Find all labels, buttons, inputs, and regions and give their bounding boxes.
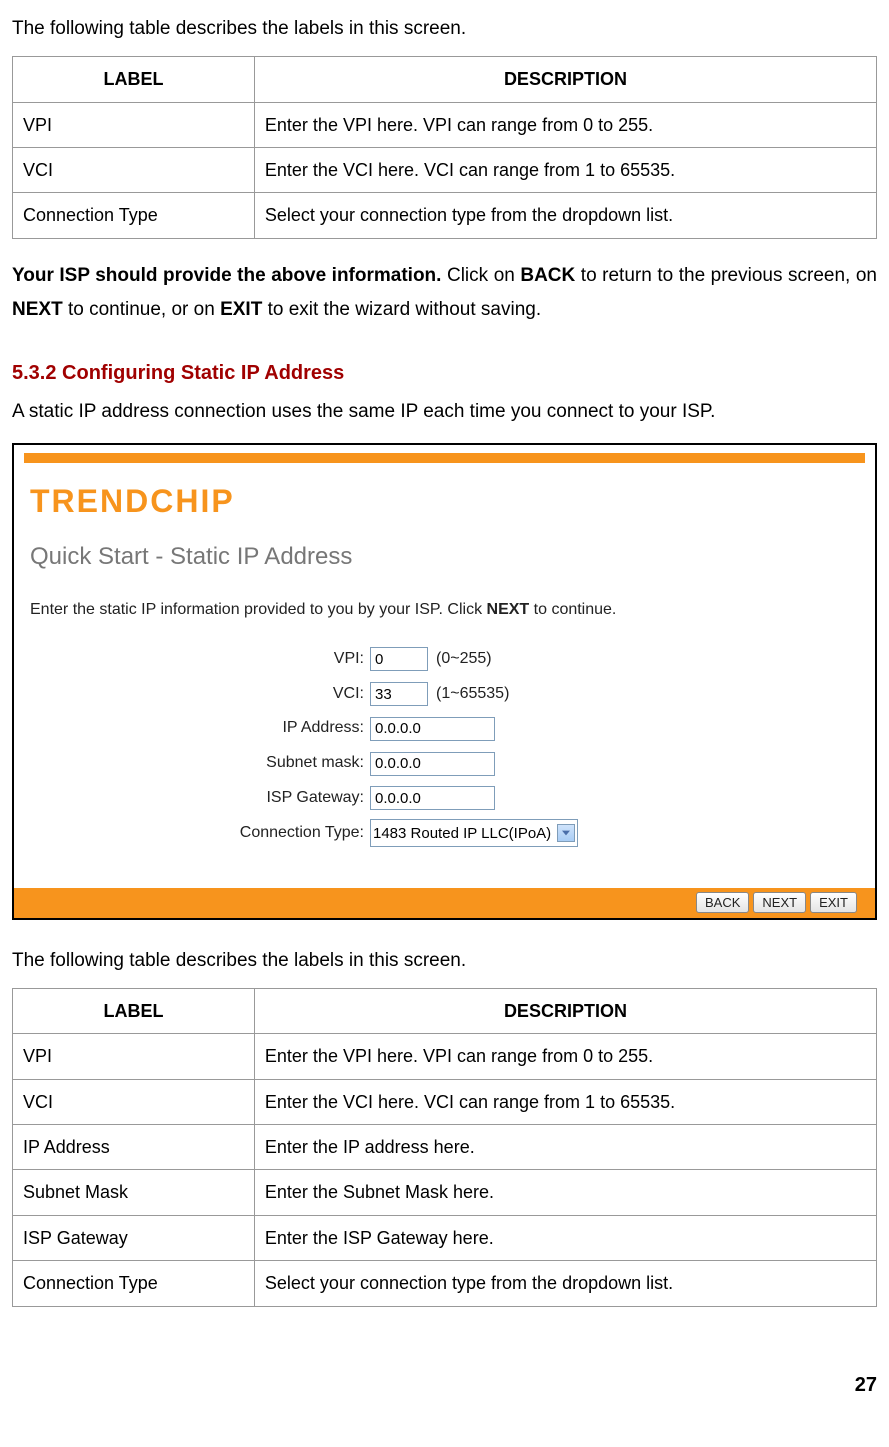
page-number: 27 <box>12 1367 877 1403</box>
wizard-title: Quick Start - Static IP Address <box>30 535 875 578</box>
top-orange-bar <box>24 453 865 463</box>
text: Click on <box>441 265 520 286</box>
table-row: IP Address Enter the IP address here. <box>13 1125 877 1170</box>
text: to continue. <box>529 601 616 618</box>
next-button[interactable]: NEXT <box>753 892 806 913</box>
vpi-hint: (0~255) <box>436 645 492 674</box>
wizard-description: Enter the static IP information provided… <box>30 596 875 625</box>
vci-hint: (1~65535) <box>436 680 509 709</box>
table-row: VCI Enter the VCI here. VCI can range fr… <box>13 147 877 192</box>
cell-desc: Select your connection type from the dro… <box>254 1261 876 1306</box>
cell-label: VCI <box>13 147 255 192</box>
ip-input[interactable] <box>370 717 495 741</box>
label-description-table-1: LABEL DESCRIPTION VPI Enter the VPI here… <box>12 56 877 239</box>
brand-logo: TRENDCHIP <box>30 473 875 531</box>
table-row: ISP Gateway Enter the ISP Gateway here. <box>13 1215 877 1260</box>
text: Enter the static IP information provided… <box>30 601 487 618</box>
exit-button[interactable]: EXIT <box>810 892 857 913</box>
table-header-row: LABEL DESCRIPTION <box>13 57 877 102</box>
table-header-row: LABEL DESCRIPTION <box>13 988 877 1033</box>
exit-bold: EXIT <box>220 299 262 320</box>
cell-label: ISP Gateway <box>13 1215 255 1260</box>
form-row-gateway: ISP Gateway: <box>14 784 875 813</box>
th-label: LABEL <box>13 57 255 102</box>
subnet-input[interactable] <box>370 752 495 776</box>
table-row: Connection Type Select your connection t… <box>13 193 877 238</box>
gateway-input[interactable] <box>370 786 495 810</box>
next-bold: NEXT <box>12 299 63 320</box>
cell-desc: Enter the ISP Gateway here. <box>254 1215 876 1260</box>
cell-desc: Select your connection type from the dro… <box>254 193 876 238</box>
section-heading: 5.3.2 Configuring Static IP Address <box>12 355 877 391</box>
cell-label: VPI <box>13 102 255 147</box>
vpi-label: VPI: <box>14 645 370 674</box>
form-row-conn-type: Connection Type: 1483 Routed IP LLC(IPoA… <box>14 819 875 848</box>
bottom-orange-bar: BACK NEXT EXIT <box>14 888 875 918</box>
intro-text-1: The following table describes the labels… <box>12 12 877 46</box>
cell-label: Connection Type <box>13 193 255 238</box>
form-row-vpi: VPI: (0~255) <box>14 645 875 674</box>
ip-label: IP Address: <box>14 714 370 743</box>
text: to exit the wizard without saving. <box>262 299 541 320</box>
cell-desc: Enter the VPI here. VPI can range from 0… <box>254 1034 876 1079</box>
cell-label: IP Address <box>13 1125 255 1170</box>
cell-desc: Enter the IP address here. <box>254 1125 876 1170</box>
form-area: VPI: (0~255) VCI: (1~65535) IP Address: … <box>14 645 875 848</box>
next-bold: NEXT <box>487 601 530 618</box>
vci-input[interactable] <box>370 682 428 706</box>
conn-type-select[interactable]: 1483 Routed IP LLC(IPoA) <box>370 819 578 847</box>
text: to continue, or on <box>63 299 220 320</box>
vpi-input[interactable] <box>370 647 428 671</box>
th-desc: DESCRIPTION <box>254 988 876 1033</box>
cell-label: VPI <box>13 1034 255 1079</box>
cell-desc: Enter the VCI here. VCI can range from 1… <box>254 1079 876 1124</box>
cell-label: Subnet Mask <box>13 1170 255 1215</box>
gateway-label: ISP Gateway: <box>14 784 370 813</box>
subnet-label: Subnet mask: <box>14 749 370 778</box>
table-row: Connection Type Select your connection t… <box>13 1261 877 1306</box>
table-row: VPI Enter the VPI here. VPI can range fr… <box>13 1034 877 1079</box>
form-row-ip: IP Address: <box>14 714 875 743</box>
vci-label: VCI: <box>14 680 370 709</box>
conn-type-value: 1483 Routed IP LLC(IPoA) <box>373 820 551 847</box>
section-description: A static IP address connection uses the … <box>12 395 877 429</box>
form-row-subnet: Subnet mask: <box>14 749 875 778</box>
form-row-vci: VCI: (1~65535) <box>14 680 875 709</box>
text: to return to the previous screen, on <box>575 265 877 286</box>
table-row: Subnet Mask Enter the Subnet Mask here. <box>13 1170 877 1215</box>
navigation-paragraph: Your ISP should provide the above inform… <box>12 259 877 327</box>
cell-desc: Enter the Subnet Mask here. <box>254 1170 876 1215</box>
label-description-table-2: LABEL DESCRIPTION VPI Enter the VPI here… <box>12 988 877 1307</box>
wizard-screenshot: TRENDCHIP Quick Start - Static IP Addres… <box>12 443 877 919</box>
table-row: VCI Enter the VCI here. VCI can range fr… <box>13 1079 877 1124</box>
cell-label: VCI <box>13 1079 255 1124</box>
back-bold: BACK <box>520 265 575 286</box>
conn-type-label: Connection Type: <box>14 819 370 848</box>
th-label: LABEL <box>13 988 255 1033</box>
th-desc: DESCRIPTION <box>254 57 876 102</box>
intro-text-2: The following table describes the labels… <box>12 944 877 978</box>
chevron-down-icon <box>557 824 575 842</box>
cell-desc: Enter the VPI here. VPI can range from 0… <box>254 102 876 147</box>
back-button[interactable]: BACK <box>696 892 749 913</box>
cell-label: Connection Type <box>13 1261 255 1306</box>
table-row: VPI Enter the VPI here. VPI can range fr… <box>13 102 877 147</box>
isp-bold: Your ISP should provide the above inform… <box>12 265 441 286</box>
cell-desc: Enter the VCI here. VCI can range from 1… <box>254 147 876 192</box>
